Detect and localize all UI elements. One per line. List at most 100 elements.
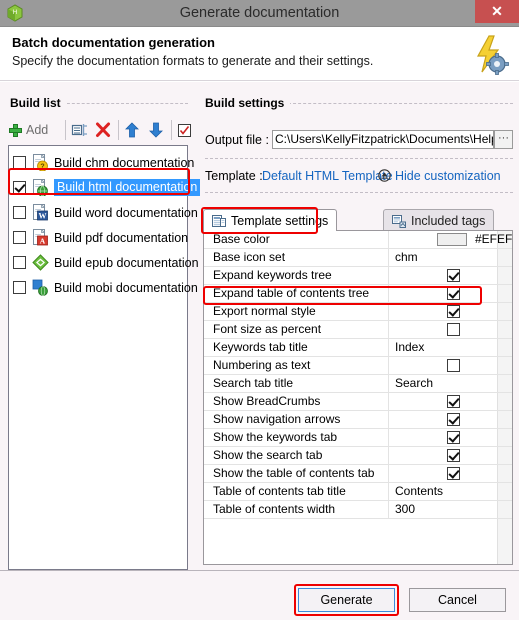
settings-row-value-cell[interactable]	[389, 465, 512, 483]
settings-row[interactable]: Base color #EFEFEF	[204, 231, 512, 249]
toolbar-separator-3	[171, 120, 172, 140]
settings-row-checkbox[interactable]	[447, 269, 460, 282]
build-list-item-checkbox[interactable]	[13, 256, 26, 269]
template-settings-icon	[212, 214, 226, 228]
build-list-item-checkbox[interactable]	[13, 206, 26, 219]
settings-row[interactable]: Numbering as text	[204, 356, 512, 375]
settings-row-checkbox[interactable]	[447, 431, 460, 444]
build-list-item-label: Build html documentation	[54, 179, 201, 196]
build-list[interactable]: ? Build chm documentation Build html docum…	[8, 145, 201, 570]
settings-row-value-cell[interactable]	[389, 429, 512, 447]
move-down-button[interactable]	[149, 118, 163, 142]
build-list-item[interactable]: Build epub documentation	[9, 250, 199, 275]
settings-row-checkbox[interactable]	[447, 305, 460, 318]
build-list-item-label: Build chm documentation	[54, 155, 195, 170]
settings-row-value-cell[interactable]	[389, 321, 512, 339]
build-list-item-checkbox[interactable]	[13, 231, 26, 244]
browse-output-file-button[interactable]: ···	[494, 130, 513, 149]
build-list-item-checkbox[interactable]	[13, 156, 26, 169]
delete-build-button[interactable]	[95, 118, 111, 142]
settings-row[interactable]: Font size as percent	[204, 320, 512, 339]
settings-row[interactable]: Table of contents width 300	[204, 500, 512, 519]
header-subtitle: Specify the documentation formats to gen…	[12, 54, 374, 68]
settings-row-value-cell[interactable]	[389, 285, 512, 303]
settings-row-value-cell[interactable]: Index	[389, 339, 512, 357]
settings-row-checkbox[interactable]	[447, 413, 460, 426]
template-settings-table[interactable]: Base color #EFEFEF Base icon set chm Expand …	[203, 230, 513, 565]
template-value-link[interactable]: Default HTML Template	[262, 169, 393, 183]
settings-row[interactable]: Show the table of contents tab	[204, 464, 512, 483]
settings-row-value-cell[interactable]: chm	[389, 249, 512, 267]
settings-row-checkbox[interactable]	[447, 395, 460, 408]
template-label: Template :	[205, 169, 263, 183]
settings-row-name: Show BreadCrumbs	[204, 392, 389, 411]
settings-row-value-cell[interactable]	[389, 393, 512, 411]
duplicate-build-button[interactable]	[71, 118, 88, 142]
build-list-heading: Build list	[10, 96, 67, 110]
settings-row-value-cell[interactable]	[389, 447, 512, 465]
plus-icon	[9, 123, 22, 137]
build-list-item[interactable]: Build html documentation	[9, 175, 201, 200]
build-list-item[interactable]: W Build word documentation	[9, 200, 198, 225]
settings-row-value-cell[interactable]: Contents	[389, 483, 512, 501]
duplicate-icon	[71, 124, 87, 136]
build-list-item-checkbox[interactable]	[13, 181, 26, 194]
settings-row[interactable]: Show the keywords tab	[204, 428, 512, 447]
build-list-item[interactable]: Build mobi documentation	[9, 275, 198, 300]
settings-row-checkbox[interactable]	[447, 449, 460, 462]
build-list-item-label: Build epub documentation	[54, 255, 199, 270]
close-button[interactable]: ✕	[475, 0, 519, 23]
dialog-header: Batch documentation generation Specify t…	[0, 27, 519, 81]
settings-row-name: Table of contents tab title	[204, 482, 389, 501]
settings-row-checkbox[interactable]	[447, 467, 460, 480]
settings-row[interactable]: Keywords tab title Index	[204, 338, 512, 357]
svg-text:A: A	[40, 237, 46, 246]
settings-row[interactable]: Base icon set chm	[204, 248, 512, 267]
settings-tabs: Template settings Included tags	[203, 209, 519, 231]
settings-row-name: Show the keywords tab	[204, 428, 389, 447]
settings-row[interactable]: Expand table of contents tree	[204, 284, 512, 303]
settings-row-checkbox[interactable]	[447, 323, 460, 336]
settings-row[interactable]: Show the search tab	[204, 446, 512, 465]
svg-text:W: W	[39, 212, 47, 221]
build-list-item[interactable]: A Build pdf documentation	[9, 225, 188, 250]
generate-button[interactable]: Generate	[298, 588, 395, 612]
settings-row[interactable]: Export normal style	[204, 302, 512, 321]
add-build-button[interactable]: Add	[8, 118, 48, 142]
settings-row-value-cell[interactable]: 300	[389, 501, 512, 519]
red-x-icon	[96, 122, 110, 137]
color-swatch[interactable]	[437, 233, 467, 246]
arrow-down-icon	[149, 122, 163, 138]
collapse-circle-icon	[378, 169, 391, 182]
build-list-item-label: Build word documentation	[54, 205, 198, 220]
settings-row[interactable]: Show BreadCrumbs	[204, 392, 512, 411]
settings-row-value-cell[interactable]	[389, 267, 512, 285]
build-list-item[interactable]: ? Build chm documentation	[9, 150, 194, 175]
settings-row[interactable]: Show navigation arrows	[204, 410, 512, 429]
move-up-button[interactable]	[125, 118, 139, 142]
settings-row-value-cell[interactable]: #EFEFEF	[389, 231, 512, 249]
toolbar-separator-1	[65, 120, 66, 140]
settings-row[interactable]: Expand keywords tree	[204, 266, 512, 285]
toolbar-separator-2	[118, 120, 119, 140]
settings-row-value-cell[interactable]: Search	[389, 375, 512, 393]
settings-row-checkbox[interactable]	[447, 359, 460, 372]
settings-row[interactable]: Search tab title Search	[204, 374, 512, 393]
settings-row-name: Show the table of contents tab	[204, 464, 389, 483]
output-file-label: Output file :	[205, 133, 269, 147]
settings-row-checkbox[interactable]	[447, 287, 460, 300]
tab-template-settings[interactable]: Template settings	[203, 209, 338, 231]
output-file-input[interactable]: C:\Users\KellyFitzpatrick\Documents\Help…	[272, 130, 494, 149]
settings-row-value-cell[interactable]	[389, 303, 512, 321]
build-list-item-checkbox[interactable]	[13, 281, 26, 294]
settings-row-value-cell[interactable]	[389, 357, 512, 375]
word-doc-icon: W	[32, 203, 49, 221]
html-doc-icon	[32, 178, 49, 197]
cancel-button[interactable]: Cancel	[409, 588, 506, 612]
toggle-all-button[interactable]	[178, 118, 191, 142]
settings-row[interactable]: Table of contents tab title Contents	[204, 482, 512, 501]
settings-row-value-cell[interactable]	[389, 411, 512, 429]
tab-included-tags[interactable]: Included tags	[383, 209, 495, 231]
tab-template-settings-label: Template settings	[231, 213, 329, 228]
hide-customization-link[interactable]: Hide customization	[395, 169, 501, 183]
